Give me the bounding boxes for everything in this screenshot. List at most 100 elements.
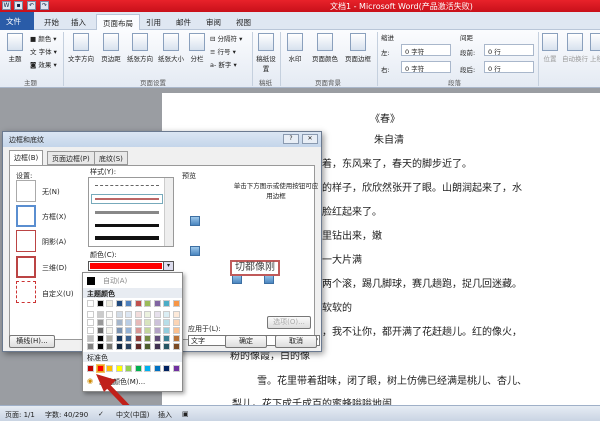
tab-view[interactable]: 视图 (230, 14, 257, 30)
language[interactable]: 中文(中国) (116, 410, 149, 420)
theme-color-swatch[interactable] (163, 343, 170, 350)
theme-color-swatch[interactable] (106, 335, 113, 342)
standard-color-swatch[interactable] (115, 365, 123, 372)
themes-button[interactable]: 主题 (4, 33, 26, 63)
tab-page-layout[interactable]: 页面布局 (96, 14, 140, 30)
tab-references[interactable]: 引用 (140, 14, 167, 30)
macro-icon[interactable]: ▣ (182, 410, 189, 418)
theme-color-swatch[interactable] (163, 327, 170, 334)
spacing-after-input[interactable]: 0 行 (484, 61, 534, 73)
theme-color-swatch[interactable] (106, 343, 113, 350)
tab-shading[interactable]: 底纹(S) (94, 151, 128, 165)
theme-color-swatch[interactable] (96, 319, 104, 326)
standard-color-swatch[interactable] (87, 365, 94, 372)
position-button[interactable]: 位置 (541, 33, 559, 63)
columns-button[interactable]: 分栏 (187, 33, 207, 63)
tab-insert[interactable]: 插入 (65, 14, 92, 30)
theme-fonts-button[interactable]: 文 字体 ▾ (30, 46, 57, 56)
bottom-border-button[interactable] (190, 246, 200, 256)
theme-color-swatch[interactable] (125, 300, 132, 307)
proofing-icon[interactable]: ✓ (98, 410, 104, 418)
options-button[interactable]: 选项(O)... (267, 316, 311, 329)
theme-color-swatch[interactable] (96, 311, 104, 318)
style-thicker[interactable] (95, 236, 159, 240)
theme-color-swatch[interactable] (172, 300, 180, 307)
word-count[interactable]: 字数: 40/290 (45, 410, 88, 420)
theme-color-swatch[interactable] (125, 327, 132, 334)
theme-color-swatch[interactable] (153, 343, 161, 350)
save-icon[interactable]: ▪ (14, 1, 23, 10)
setting-3d[interactable]: 三维(D) (42, 263, 67, 273)
style-dashed[interactable] (95, 185, 159, 186)
setting-custom[interactable]: 自定义(U) (42, 289, 74, 299)
theme-color-swatch[interactable] (87, 327, 94, 334)
theme-color-swatch[interactable] (153, 335, 161, 342)
theme-color-swatch[interactable] (144, 319, 151, 326)
theme-color-swatch[interactable] (115, 327, 123, 334)
theme-color-swatch[interactable] (125, 343, 132, 350)
theme-color-swatch[interactable] (96, 343, 104, 350)
theme-colors-button[interactable]: ■ 颜色 ▾ (30, 33, 57, 43)
standard-color-swatch[interactable] (125, 365, 132, 372)
indent-right-input[interactable]: 0 字符 (401, 61, 451, 73)
undo-icon[interactable]: ↶ (27, 1, 36, 10)
spacing-before-input[interactable]: 0 行 (484, 44, 534, 56)
top-border-button[interactable] (190, 216, 200, 226)
theme-color-swatch[interactable] (172, 319, 180, 326)
theme-effects-button[interactable]: ◙ 效果 ▾ (30, 59, 57, 69)
redo-icon[interactable]: ↷ (40, 1, 49, 10)
style-thick[interactable] (95, 224, 159, 227)
standard-color-swatch[interactable] (163, 365, 170, 372)
indent-left-input[interactable]: 0 字符 (401, 44, 451, 56)
theme-color-swatch[interactable] (163, 335, 170, 342)
tab-borders[interactable]: 边框(B) (9, 150, 44, 166)
color-select[interactable]: ▾ (88, 261, 174, 271)
hyphenation-button[interactable]: a- 断字 ▾ (210, 59, 237, 69)
theme-color-swatch[interactable] (153, 300, 161, 307)
theme-color-swatch[interactable] (125, 319, 132, 326)
theme-color-swatch[interactable] (153, 311, 161, 318)
page-borders-button[interactable]: 页面边框 (342, 33, 374, 63)
tab-file[interactable]: 文件 (0, 12, 34, 30)
chevron-down-icon[interactable]: ▾ (163, 262, 173, 270)
theme-color-swatch[interactable] (172, 343, 180, 350)
close-button[interactable]: ✕ (302, 134, 318, 144)
theme-color-swatch[interactable] (144, 343, 151, 350)
theme-color-swatch[interactable] (125, 335, 132, 342)
theme-color-swatch[interactable] (106, 300, 113, 307)
cancel-button[interactable]: 取消 (275, 335, 317, 348)
standard-color-swatch[interactable] (95, 364, 105, 373)
theme-color-swatch[interactable] (144, 335, 151, 342)
theme-color-swatch[interactable] (87, 343, 94, 350)
theme-color-swatch[interactable] (87, 319, 94, 326)
theme-color-swatch[interactable] (163, 319, 170, 326)
setting-none[interactable]: 无(N) (42, 187, 60, 197)
theme-color-swatch[interactable] (144, 327, 151, 334)
margins-button[interactable]: 页边距 (98, 33, 124, 63)
watermark-button[interactable]: 水印 (285, 33, 305, 63)
theme-color-swatch[interactable] (87, 300, 94, 307)
theme-color-swatch[interactable] (106, 311, 113, 318)
bring-forward-button[interactable]: 上移 (590, 33, 600, 63)
page-count[interactable]: 页面: 1/1 (5, 410, 35, 420)
setting-none-icon[interactable] (16, 180, 36, 202)
wrap-text-button[interactable]: 自动换行 (561, 33, 589, 63)
theme-color-swatch[interactable] (153, 327, 161, 334)
tab-review[interactable]: 审阅 (200, 14, 227, 30)
setting-custom-icon[interactable] (16, 281, 36, 303)
setting-box[interactable]: 方框(X) (42, 212, 66, 222)
auto-color-option[interactable]: 自动(A) (103, 276, 127, 286)
theme-color-swatch[interactable] (96, 300, 104, 307)
theme-color-swatch[interactable] (115, 319, 123, 326)
tab-page-border[interactable]: 页面边框(P) (47, 151, 95, 165)
setting-3d-icon[interactable] (16, 256, 36, 278)
style-scrollbar[interactable] (164, 178, 173, 246)
theme-color-swatch[interactable] (134, 311, 142, 318)
theme-color-swatch[interactable] (144, 300, 151, 307)
line-numbers-button[interactable]: ≡ 行号 ▾ (210, 46, 236, 56)
standard-color-swatch[interactable] (172, 365, 180, 372)
theme-color-swatch[interactable] (163, 300, 170, 307)
theme-color-swatch[interactable] (115, 343, 123, 350)
theme-color-swatch[interactable] (134, 343, 142, 350)
theme-color-swatch[interactable] (153, 319, 161, 326)
